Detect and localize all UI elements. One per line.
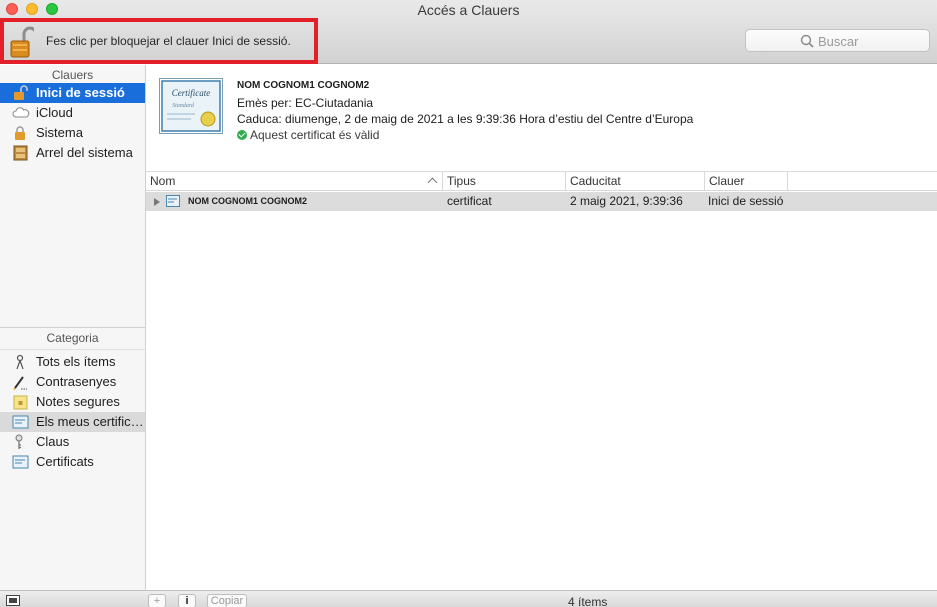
key-icon [15,434,23,449]
table-row[interactable]: NOM COGNOM1 COGNOM2 certificat 2 maig 20… [146,192,937,211]
disclosure-triangle-icon[interactable] [154,198,160,206]
sidebar-item-label: Tots els ítems [36,354,116,369]
sidebar-item-label: Notes segures [36,394,120,409]
cabinet-icon [13,145,28,161]
certificate-status-text: Aquest certificat és vàlid [250,128,380,142]
cell-keychain: Inici de sessió [708,194,784,208]
search-icon [800,34,814,48]
sidebar-item-label: Contrasenyes [36,374,117,389]
category-header: Categoria [0,328,145,350]
pencil-icon [13,376,27,390]
table-header: Nom Tipus Caducitat Clauer [146,171,937,191]
column-header-type[interactable]: Tipus [443,172,566,191]
column-header-expires[interactable]: Caducitat [566,172,705,191]
sidebar-item-label: Claus [36,434,70,449]
lock-icon [15,126,25,140]
my-certificate-icon [12,415,29,429]
sidebar-item-certificates[interactable]: Certificats [0,452,145,472]
cloud-icon [12,107,30,118]
main-content: Certificate Standard NOM COGNOM1 COGNOM2… [146,65,937,590]
sidebar-item-all-items[interactable]: Tots els ítems [0,352,145,372]
certificate-name: NOM COGNOM1 COGNOM2 [237,80,370,91]
checkmark-icon [237,130,247,140]
secure-note-icon [13,395,28,410]
info-button[interactable]: i [178,594,196,607]
certificate-details: Certificate Standard NOM COGNOM1 COGNOM2… [146,65,937,171]
sidebar-item-keys[interactable]: Claus [0,432,145,452]
toggle-sidebar-button[interactable] [6,595,20,606]
sidebar-item-login[interactable]: Inici de sessió [0,83,145,103]
certificate-expiry: Caduca: diumenge, 2 de maig de 2021 a le… [237,112,694,126]
column-header-label: Nom [150,174,176,188]
sidebar-item-label: Sistema [36,125,83,140]
sidebar-item-label: Els meus certific… [36,414,144,429]
lock-keychain-button[interactable]: Fes clic per bloquejar el clauer Inici d… [0,18,318,64]
search-placeholder: Buscar [818,34,859,49]
item-count: 4 ítems [568,595,608,607]
title-bar: Accés a Clauers Fes clic per bloquejar e… [0,0,937,64]
sidebar-item-system-roots[interactable]: Arrel del sistema [0,143,145,163]
sidebar-item-label: Certificats [36,454,94,469]
sidebar-item-label: Arrel del sistema [36,145,133,160]
cell-name: NOM COGNOM1 COGNOM2 [188,196,308,206]
column-header-name[interactable]: Nom [146,172,443,191]
category-section: Categoria Tots els ítems Contrasenyes No… [0,327,145,472]
sidebar-item-secure-notes[interactable]: Notes segures [0,392,145,412]
all-items-icon [16,354,24,370]
certificate-image-subtext: Standard [172,103,195,109]
certificate-status: Aquest certificat és vàlid [237,128,379,142]
cell-expires: 2 maig 2021, 9:39:36 [570,194,683,208]
sidebar: Clauers Inici de sessió iCloud Sistema A… [0,65,146,590]
column-header-keychain[interactable]: Clauer [705,172,788,191]
certificate-image: Certificate Standard [159,78,223,134]
keychains-header: Clauers [51,68,94,82]
sidebar-item-passwords[interactable]: Contrasenyes [0,372,145,392]
certificate-icon [166,195,180,207]
search-field[interactable]: Buscar [745,29,930,52]
sidebar-item-icloud[interactable]: iCloud [0,103,145,123]
cell-type: certificat [447,194,492,208]
sidebar-item-label: Inici de sessió [36,85,125,100]
sidebar-item-my-certificates[interactable]: Els meus certific… [0,412,145,432]
bottom-bar: + i Copiar 4 ítems [0,590,937,607]
lock-open-icon [14,85,28,100]
sidebar-item-system[interactable]: Sistema [0,123,145,143]
certificate-icon [12,455,29,469]
window-title: Accés a Clauers [417,2,520,18]
lock-message: Fes clic per bloquejar el clauer Inici d… [46,34,291,48]
lock-open-icon [10,26,34,58]
sort-ascending-icon [427,177,438,188]
copy-button[interactable]: Copiar [207,594,247,607]
certificate-image-text: Certificate [172,88,211,98]
add-button[interactable]: + [148,594,166,607]
sidebar-item-label: iCloud [36,105,73,120]
certificate-issuer: Emès per: EC-Ciutadania [237,96,374,110]
